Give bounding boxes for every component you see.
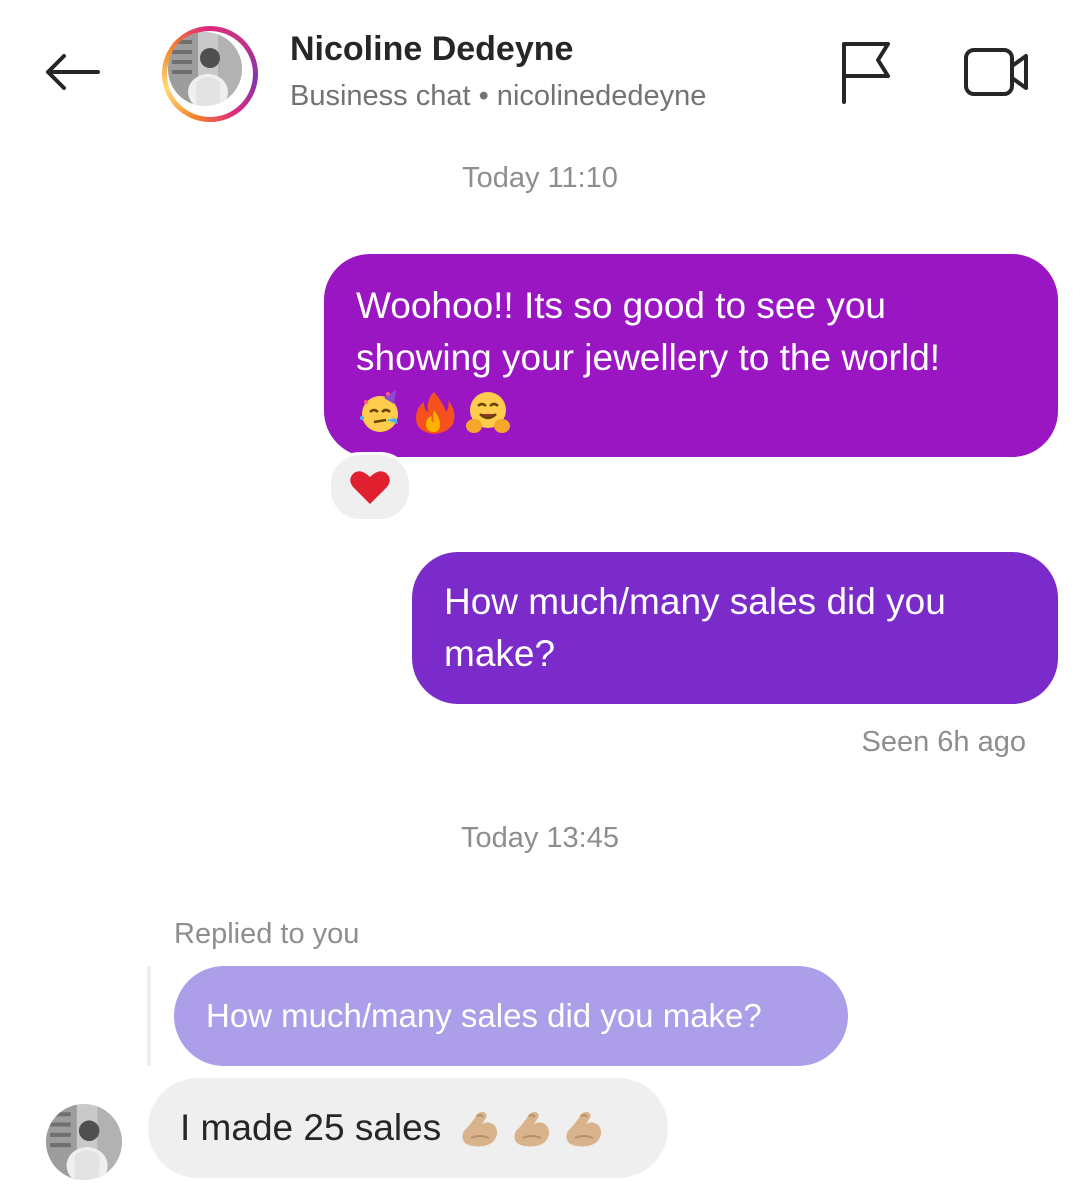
- arrow-left-icon: [46, 54, 100, 90]
- message-text-line: Woohoo!! Its so good to see you: [356, 285, 886, 326]
- back-button[interactable]: [36, 42, 108, 102]
- video-call-button[interactable]: [958, 40, 1034, 104]
- report-button[interactable]: [834, 38, 898, 106]
- contact-avatar[interactable]: [162, 26, 258, 122]
- incoming-message[interactable]: I made 25 sales: [148, 1078, 668, 1178]
- seen-status: Seen 6h ago: [861, 726, 1026, 758]
- flexed-biceps-icon: [559, 1104, 607, 1152]
- partying-face-icon: [360, 390, 398, 432]
- sender-avatar[interactable]: [46, 1104, 122, 1180]
- contact-subtitle: Business chat • nicolinededeyne: [290, 80, 707, 112]
- flag-icon: [842, 42, 890, 104]
- outgoing-message[interactable]: How much/many sales did you make?: [412, 552, 1058, 704]
- flexed-biceps-icon: [455, 1104, 503, 1152]
- message-text-line: make?: [444, 633, 556, 674]
- message-text: I made 25 sales: [180, 1107, 442, 1148]
- fire-icon: [416, 392, 455, 434]
- profile-photo: [168, 32, 242, 106]
- message-reaction[interactable]: [328, 452, 412, 522]
- message-text-line: How much/many sales did you: [444, 581, 946, 622]
- reply-indicator-line: [147, 966, 151, 1066]
- timestamp: Today 11:10: [462, 162, 618, 194]
- hugging-face-icon: [466, 392, 510, 433]
- quoted-message[interactable]: How much/many sales did you make?: [174, 966, 848, 1066]
- red-heart-icon: [350, 471, 390, 504]
- video-camera-icon: [964, 48, 1028, 96]
- message-text-line: showing your jewellery to the world!: [356, 337, 941, 378]
- contact-name[interactable]: Nicoline Dedeyne: [290, 30, 573, 69]
- outgoing-message[interactable]: Woohoo!! Its so good to see you showing …: [324, 254, 1058, 457]
- reply-label: Replied to you: [174, 918, 360, 950]
- profile-photo: [46, 1104, 122, 1180]
- flexed-biceps-icon: [507, 1104, 555, 1152]
- timestamp: Today 13:45: [460, 822, 619, 854]
